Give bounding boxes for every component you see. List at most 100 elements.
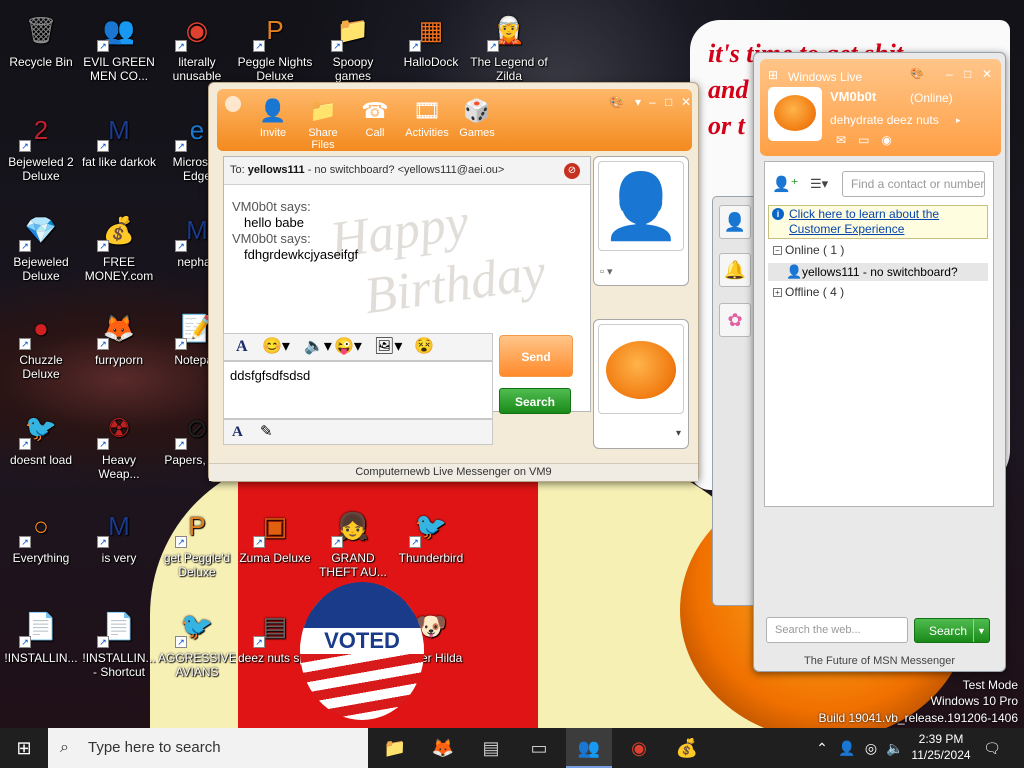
chrome-icon[interactable]: ◉ xyxy=(616,728,662,768)
desktop-icon[interactable]: 🐦 ↗ doesnt load xyxy=(2,406,80,467)
message-sender: VM0b0t says: xyxy=(232,199,311,214)
desktop-icon[interactable]: ☢ ↗ Heavy Weap... xyxy=(80,406,158,481)
clock[interactable]: 2:39 PM 11/25/2024 xyxy=(906,731,976,763)
desktop-icon[interactable]: ◉ ↗ literally unusable xyxy=(158,8,236,83)
desktop-icon[interactable]: 🐦 ↗ Thunderbird xyxy=(392,504,470,565)
picture-options-icon[interactable]: ▫ ▾ xyxy=(600,265,612,278)
toolbar-share-files-button[interactable]: 📁 Share Files xyxy=(297,97,349,151)
messenger-icon[interactable]: 👥 xyxy=(566,728,612,768)
toolbar-invite-button[interactable]: 👤 Invite xyxy=(247,97,299,139)
add-contact-icon[interactable]: 👤⁺ xyxy=(772,175,799,193)
desktop-icon[interactable]: 📄 ↗ !INSTALLIN... xyxy=(2,604,80,665)
chevron-up-icon[interactable]: ⌃ xyxy=(812,728,832,768)
format-toolbar: A 😊▾ 🔈▾ 😜▾ 🖼▾ 😵 xyxy=(223,333,493,361)
personal-message[interactable]: dehydrate deez nuts xyxy=(830,113,939,127)
user-name[interactable]: VM0b0t xyxy=(830,89,876,104)
maximize-button[interactable]: □ xyxy=(665,95,672,109)
contacts-tab[interactable]: 👤 xyxy=(719,205,751,239)
wink-icon[interactable]: 😜▾ xyxy=(334,337,362,357)
alerts-tab[interactable]: 🔔 xyxy=(719,253,751,287)
desktop-icon[interactable]: 👧 ↗ GRAND THEFT AU... xyxy=(314,504,392,579)
web-search-input[interactable]: Search the web... xyxy=(766,617,908,643)
desktop-icon[interactable]: ○ ↗ Everything xyxy=(2,504,80,565)
desktop-icon[interactable]: 🧝 ↗ The Legend of Zilda xyxy=(470,8,548,83)
chevron-down-icon[interactable]: ▾ xyxy=(635,95,641,109)
messenger-tray-icon[interactable]: 👤 xyxy=(836,728,858,768)
desktop-icon[interactable]: 📁 ↗ Spoopy games xyxy=(314,8,392,83)
close-button[interactable]: ✕ xyxy=(681,95,691,109)
desktop-icon[interactable]: ● ↗ Chuzzle Deluxe xyxy=(2,306,80,381)
folder-icon: 📁 xyxy=(309,98,337,123)
background-icon[interactable]: 🖼▾ xyxy=(374,337,402,357)
group-offline[interactable]: + Offline ( 4 ) xyxy=(773,285,844,299)
globe-icon[interactable]: ◉ xyxy=(881,133,903,147)
chevron-down-icon[interactable]: ▸ xyxy=(956,115,961,126)
handwriting-icon[interactable]: ✎ xyxy=(260,422,273,442)
toolbar-activities-button[interactable]: 🎞 Activities xyxy=(401,97,453,139)
firefox-icon[interactable]: 🦊 xyxy=(420,728,466,768)
desktop-icon[interactable]: 💰 ↗ FREE MONEY.com xyxy=(80,208,158,283)
paint-icon[interactable]: 🎨 xyxy=(609,95,624,109)
find-contact-input[interactable]: Find a contact or number... xyxy=(842,171,985,197)
desktop-icon-label: !INSTALLIN... - Shortcut xyxy=(82,651,156,679)
notifications-icon[interactable]: 🗨 xyxy=(980,728,1004,768)
block-icon[interactable]: ⊘ xyxy=(564,163,580,179)
desktop-icon[interactable]: 🐦 ↗ AGGRESSIVE AVIANS xyxy=(158,604,236,679)
text-mode-icon[interactable]: A xyxy=(232,422,243,442)
menu-icon[interactable] xyxy=(225,96,241,112)
send-button[interactable]: Send xyxy=(499,335,573,377)
file-explorer-icon[interactable]: 📁 xyxy=(372,728,418,768)
online-buddy-icon: 👤 xyxy=(786,264,803,279)
taskbar-search[interactable]: ⌕ Type here to search xyxy=(48,728,368,768)
web-search-button[interactable]: Search ▼ xyxy=(914,618,990,643)
expand-icon[interactable]: + xyxy=(773,288,782,297)
app-icon: ▦ ↗ xyxy=(409,8,453,52)
activities-tab[interactable]: ✿ xyxy=(719,303,751,337)
desktop-icon[interactable]: M ↗ is very xyxy=(80,504,158,565)
toolbar-games-button[interactable]: 🎲 Games xyxy=(451,97,503,139)
folder-icon[interactable]: ▭ xyxy=(858,133,881,147)
chevron-down-icon[interactable]: ▼ xyxy=(973,619,989,642)
voice-clip-icon[interactable]: 🔈▾ xyxy=(304,337,332,357)
desktop-icon[interactable]: ▣ ↗ Zuma Deluxe xyxy=(236,504,314,565)
customer-experience-link[interactable]: i Click here to learn about the Customer… xyxy=(768,205,988,239)
desktop-icon[interactable]: ▦ ↗ HalloDock xyxy=(392,8,470,69)
maximize-button[interactable]: □ xyxy=(964,67,971,81)
my-avatar[interactable] xyxy=(768,87,822,141)
volume-icon[interactable]: 🔈 xyxy=(884,728,906,768)
desktop-icon[interactable]: P ↗ Peggle Nights Deluxe xyxy=(236,8,314,83)
contact-item[interactable]: 👤 yellows111 - no switchboard? xyxy=(768,263,988,281)
emoticon-icon[interactable]: 😊▾ xyxy=(262,337,290,357)
chevron-down-icon[interactable]: ▾ xyxy=(676,428,681,439)
user-status[interactable]: (Online) xyxy=(910,91,953,105)
app-icon: ◉ ↗ xyxy=(175,8,219,52)
desktop-icon[interactable]: 📄 ↗ !INSTALLIN... - Shortcut xyxy=(80,604,158,679)
desktop-icon[interactable]: 👥 ↗ EVIL GREEN MEN CO... xyxy=(80,8,158,83)
notepad-icon[interactable]: ▤ xyxy=(468,728,514,768)
collapse-icon[interactable]: − xyxy=(773,246,782,255)
minimize-button[interactable]: – xyxy=(649,95,656,109)
shortcut-arrow-icon: ↗ xyxy=(253,40,265,52)
desktop-icon[interactable]: M ↗ fat like darkok xyxy=(80,108,158,169)
desktop-icon[interactable]: 💎 ↗ Bejeweled Deluxe xyxy=(2,208,80,283)
search-button[interactable]: Search xyxy=(499,388,571,414)
desktop-icon[interactable]: 🗑 Recycle Bin xyxy=(2,8,80,69)
start-button[interactable]: ⊞ xyxy=(0,728,48,768)
paint-icon[interactable]: 🎨 xyxy=(910,67,924,80)
network-icon[interactable]: ◎ xyxy=(860,728,882,768)
toolbar-call-button[interactable]: ☎ Call xyxy=(349,97,401,139)
nudge-icon[interactable]: 😵 xyxy=(414,337,434,357)
group-online[interactable]: − Online ( 1 ) xyxy=(773,243,844,257)
desktop-icon[interactable]: 2 ↗ Bejeweled 2 Deluxe xyxy=(2,108,80,183)
view-options-icon[interactable]: ☰▾ xyxy=(810,176,828,192)
close-button[interactable]: ✕ xyxy=(982,67,992,81)
mail-icon[interactable]: ✉ xyxy=(836,133,858,147)
message-input[interactable]: ddsfgfsdfsdsd xyxy=(223,361,493,419)
desktop-icon[interactable]: 🦊 ↗ furryporn xyxy=(80,306,158,367)
profile-header: ⊞ Windows Live 🎨 – □ ✕ VM0b0t (Online) d… xyxy=(760,59,1001,156)
terminal-icon[interactable]: ▭ xyxy=(516,728,562,768)
money-bag-icon[interactable]: 💰 xyxy=(664,728,710,768)
font-icon[interactable]: A xyxy=(236,337,248,357)
minimize-button[interactable]: – xyxy=(946,67,953,81)
desktop-icon[interactable]: P ↗ get Peggle'd Deluxe xyxy=(158,504,236,579)
